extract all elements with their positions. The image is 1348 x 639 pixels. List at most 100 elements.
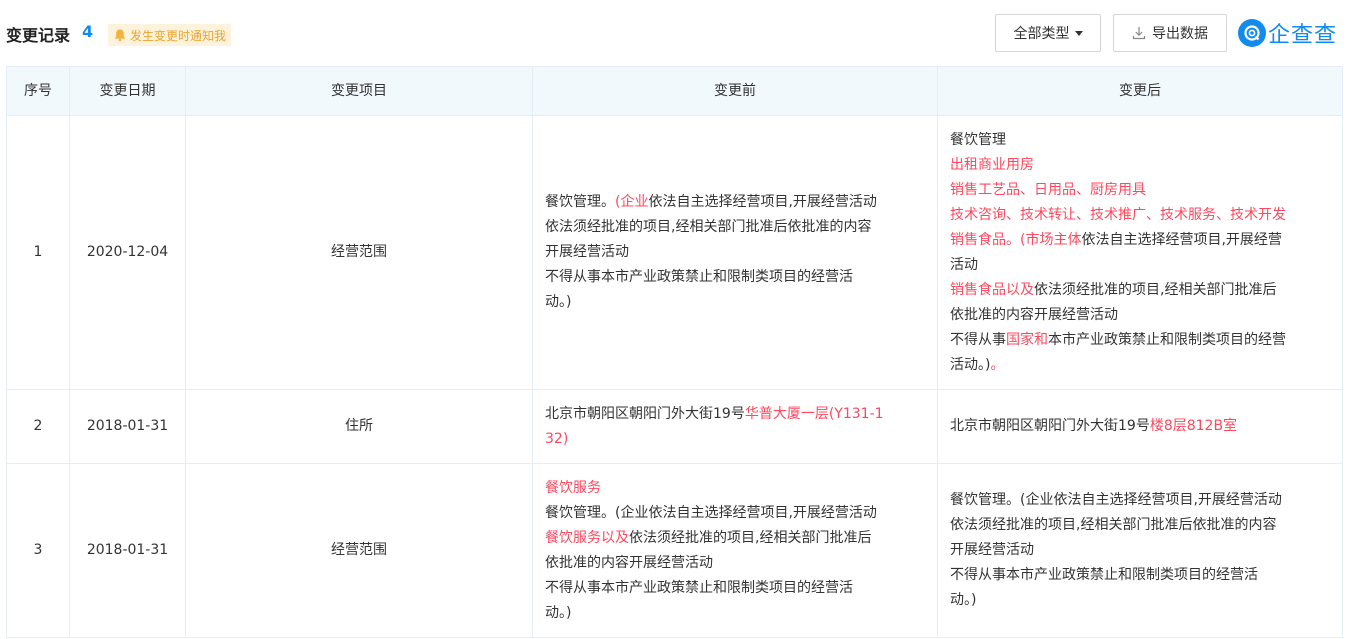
section-header: 变更记录 4 发生变更时通知我 全部类型 导出数据 企查查 bbox=[0, 0, 1348, 66]
cell-after: 餐饮管理出租商业用房销售工艺品、日用品、厨房用具技术咨询、技术转让、技术推广、技… bbox=[937, 115, 1343, 390]
text-line: 销售工艺品、日用品、厨房用具 bbox=[950, 178, 1330, 203]
text-line: 活动 bbox=[950, 253, 1330, 278]
text-line: 动。) bbox=[950, 588, 1330, 613]
text-segment: 依法自主选择经营项目,开展经营 bbox=[1081, 231, 1282, 248]
section-title: 变更记录 bbox=[6, 26, 71, 45]
export-label: 导出数据 bbox=[1152, 26, 1208, 42]
text-line: 不得从事本市产业政策禁止和限制类项目的经营活 bbox=[545, 265, 925, 290]
text-segment: 动。) bbox=[545, 604, 572, 621]
column-header-date: 变更日期 bbox=[69, 66, 186, 116]
text-segment: 活动。) bbox=[950, 356, 991, 373]
text-line: 不得从事本市产业政策禁止和限制类项目的经营活 bbox=[950, 563, 1330, 588]
text-line: 餐饮管理。(企业依法自主选择经营项目,开展经营活动 bbox=[950, 488, 1330, 513]
cell-date: 2018-01-31 bbox=[69, 389, 186, 464]
text-line: 餐饮服务以及依法须经批准的项目,经相关部门批准后 bbox=[545, 526, 925, 551]
table-row: 3 2018-01-31 经营范围 餐饮服务餐饮管理。(企业依法自主选择经营项目… bbox=[6, 463, 1343, 638]
cell-after: 北京市朝阳区朝阳门外大街19号楼8层812B室 bbox=[937, 389, 1343, 464]
text-segment: 依法须经批准的项目,经相关部门批准后依批准的内容 bbox=[545, 219, 872, 235]
changed-text: 。 bbox=[990, 356, 1005, 373]
text-segment: 餐饮管理。(企业依法自主选择经营项目,开展经营活动 bbox=[545, 504, 877, 521]
download-icon bbox=[1132, 27, 1146, 40]
text-segment: 开展经营活动 bbox=[545, 244, 629, 260]
text-segment: 动。) bbox=[950, 592, 977, 608]
changed-text: (企业 bbox=[615, 194, 649, 210]
changed-text: 销售食品。(市场主体 bbox=[950, 231, 1082, 248]
change-records-table: 序号 变更日期 变更项目 变更前 变更后 1 2020-12-04 经营范围 餐… bbox=[6, 66, 1343, 638]
changed-text: 国家和 bbox=[1006, 331, 1048, 348]
cell-date: 2018-01-31 bbox=[69, 463, 186, 638]
export-button[interactable]: 导出数据 bbox=[1113, 14, 1227, 52]
text-segment: 北京市朝阳区朝阳门外大街19号 bbox=[950, 418, 1150, 434]
text-segment: 开展经营活动 bbox=[950, 542, 1034, 558]
text-segment: 依法须经批准的项目,经相关部门批准后 bbox=[1034, 281, 1277, 298]
changed-text: 销售工艺品、日用品、厨房用具 bbox=[950, 181, 1146, 198]
text-segment: 依法须经批准的项目,经相关部门批准后 bbox=[629, 529, 872, 546]
type-filter-label: 全部类型 bbox=[1013, 26, 1070, 42]
text-line: 餐饮管理。(企业依法自主选择经营项目,开展经营活动 bbox=[545, 190, 925, 215]
cell-index: 1 bbox=[6, 115, 70, 390]
text-line: 出租商业用房 bbox=[950, 153, 1330, 178]
text-line: 北京市朝阳区朝阳门外大街19号楼8层812B室 bbox=[950, 414, 1330, 439]
changed-text: 出租商业用房 bbox=[950, 156, 1034, 173]
text-line: 活动。)。 bbox=[950, 353, 1330, 378]
type-filter-dropdown[interactable]: 全部类型 bbox=[995, 14, 1101, 52]
text-segment: 餐饮管理。 bbox=[545, 194, 615, 210]
cell-item: 经营范围 bbox=[185, 463, 533, 638]
text-segment: 依法自主选择经营项目,开展经营活动 bbox=[648, 194, 877, 210]
text-line: 依法须经批准的项目,经相关部门批准后依批准的内容 bbox=[545, 215, 925, 240]
text-segment: 活动 bbox=[950, 256, 978, 273]
table-row: 2 2018-01-31 住所 北京市朝阳区朝阳门外大街19号华普大厦一层(Y1… bbox=[6, 389, 1343, 464]
text-segment: 北京市朝阳区朝阳门外大街19号 bbox=[545, 405, 745, 422]
cell-before: 北京市朝阳区朝阳门外大街19号华普大厦一层(Y131-1 32) bbox=[532, 389, 938, 464]
notify-button[interactable]: 发生变更时通知我 bbox=[108, 24, 232, 46]
cell-index: 2 bbox=[6, 389, 70, 464]
text-segment: 餐饮管理。(企业依法自主选择经营项目,开展经营活动 bbox=[950, 492, 1282, 508]
table-header-row: 序号 变更日期 变更项目 变更前 变更后 bbox=[6, 66, 1343, 116]
column-header-before: 变更前 bbox=[532, 66, 938, 116]
text-line: 32) bbox=[545, 427, 925, 452]
changed-text: 餐饮服务以及 bbox=[545, 529, 629, 546]
text-segment: 依批准的内容开展经营活动 bbox=[545, 554, 713, 571]
text-segment: 不得从事本市产业政策禁止和限制类项目的经营活 bbox=[545, 579, 853, 596]
text-line: 销售食品。(市场主体依法自主选择经营项目,开展经营 bbox=[950, 228, 1330, 253]
text-segment: 不得从事本市产业政策禁止和限制类项目的经营活 bbox=[950, 567, 1258, 583]
changed-text: 楼8层812B室 bbox=[1149, 418, 1238, 434]
column-header-after: 变更后 bbox=[937, 66, 1343, 116]
changed-text: 32) bbox=[545, 430, 569, 447]
changed-text: 餐饮服务 bbox=[545, 479, 601, 496]
cell-after: 餐饮管理。(企业依法自主选择经营项目,开展经营活动 依法须经批准的项目,经相关部门… bbox=[937, 463, 1343, 638]
text-line: 餐饮服务 bbox=[545, 476, 925, 501]
text-segment: 餐饮管理 bbox=[950, 131, 1006, 148]
text-line: 依批准的内容开展经营活动 bbox=[545, 551, 925, 576]
text-line: 销售食品以及依法须经批准的项目,经相关部门批准后 bbox=[950, 278, 1330, 303]
text-line: 餐饮管理。(企业依法自主选择经营项目,开展经营活动 bbox=[545, 501, 925, 526]
text-line: 动。) bbox=[545, 601, 925, 626]
text-line: 不得从事国家和本市产业政策禁止和限制类项目的经营 bbox=[950, 328, 1330, 353]
text-segment: 不得从事本市产业政策禁止和限制类项目的经营活 bbox=[545, 269, 853, 285]
brand-logo: 企查查 bbox=[1238, 18, 1337, 48]
cell-item: 住所 bbox=[185, 389, 533, 464]
brand-name: 企查查 bbox=[1268, 23, 1338, 48]
table-row: 1 2020-12-04 经营范围 餐饮管理。(企业依法自主选择经营项目,开展经… bbox=[6, 115, 1343, 390]
notify-label: 发生变更时通知我 bbox=[130, 28, 227, 43]
changed-text: 销售食品以及 bbox=[950, 281, 1034, 298]
text-segment: 依批准的内容开展经营活动 bbox=[950, 306, 1118, 323]
text-segment: 不得从事 bbox=[950, 331, 1006, 348]
text-line: 开展经营活动 bbox=[545, 240, 925, 265]
text-line: 技术咨询、技术转让、技术推广、技术服务、技术开发 bbox=[950, 203, 1330, 228]
text-line: 餐饮管理 bbox=[950, 128, 1330, 153]
column-header-item: 变更项目 bbox=[185, 66, 533, 116]
text-line: 开展经营活动 bbox=[950, 538, 1330, 563]
column-header-index: 序号 bbox=[6, 66, 70, 116]
text-line: 动。) bbox=[545, 290, 925, 315]
cell-date: 2020-12-04 bbox=[69, 115, 186, 390]
cell-item: 经营范围 bbox=[185, 115, 533, 390]
text-line: 依批准的内容开展经营活动 bbox=[950, 303, 1330, 328]
text-line: 不得从事本市产业政策禁止和限制类项目的经营活 bbox=[545, 576, 925, 601]
caret-down-icon bbox=[1074, 30, 1083, 36]
text-segment: 依法须经批准的项目,经相关部门批准后依批准的内容 bbox=[950, 517, 1277, 533]
cell-before: 餐饮管理。(企业依法自主选择经营项目,开展经营活动依法须经批准的项目,经相关部门… bbox=[532, 115, 938, 390]
text-segment: 动。) bbox=[545, 294, 572, 310]
brand-mark-icon bbox=[1238, 19, 1266, 47]
cell-index: 3 bbox=[6, 463, 70, 638]
